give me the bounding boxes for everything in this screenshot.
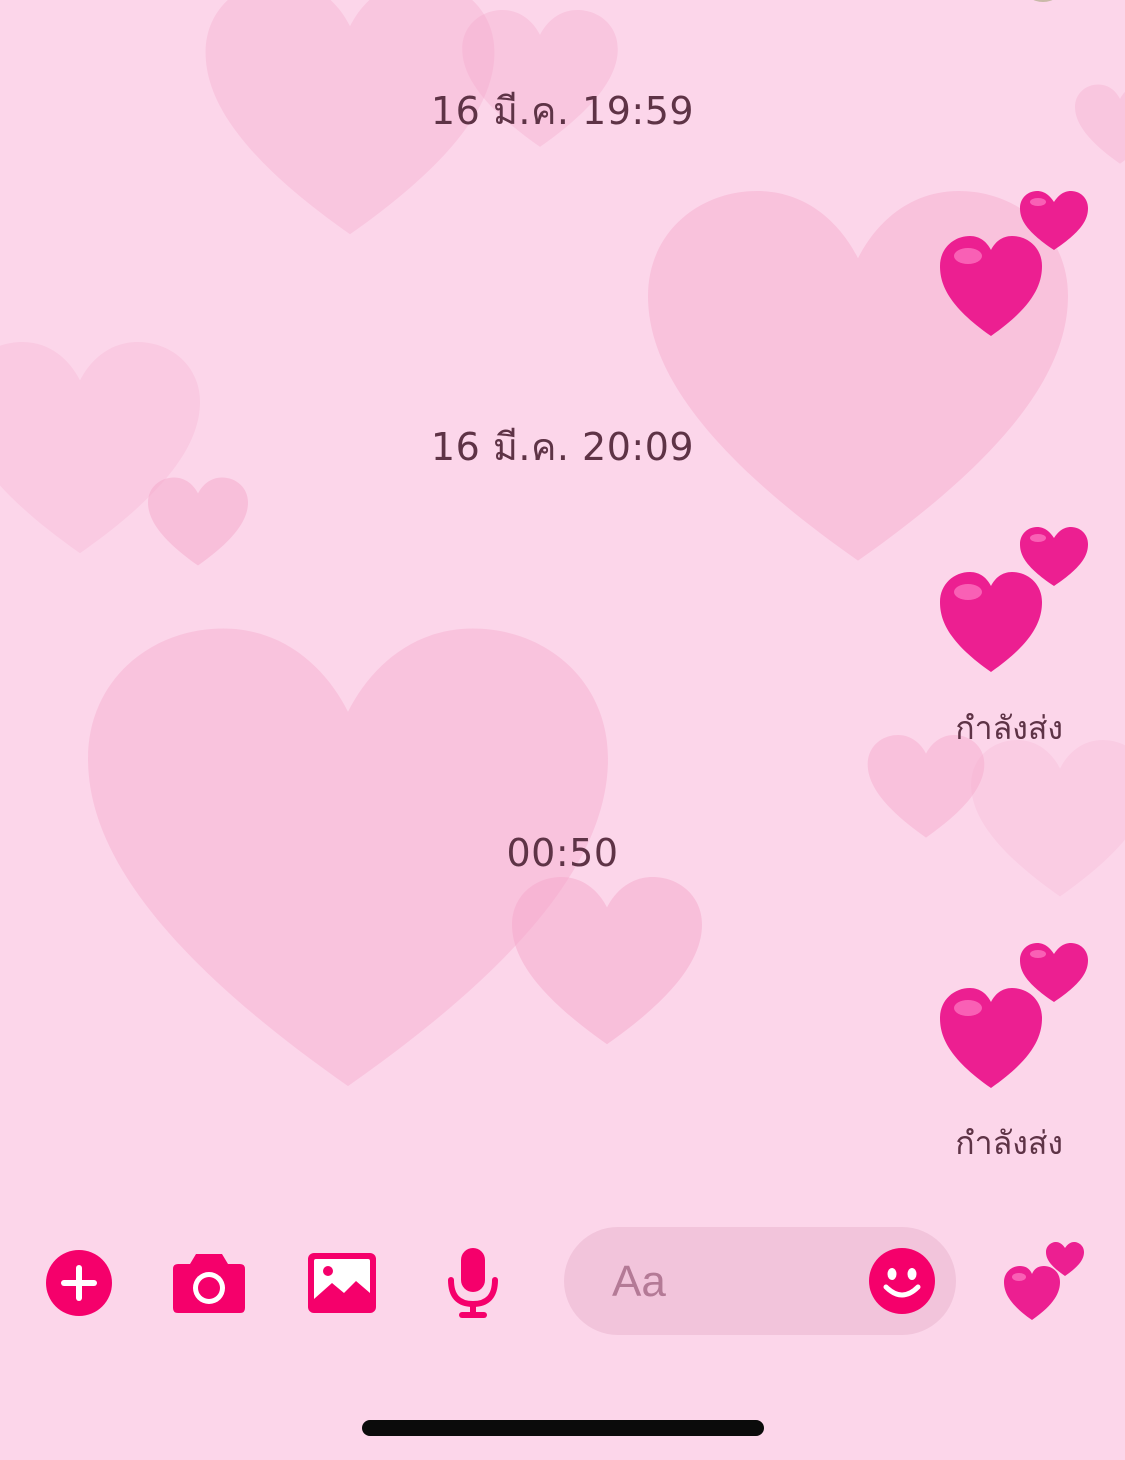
- message-input-container: [564, 1227, 956, 1335]
- message-timestamp: 00:50: [506, 831, 619, 875]
- gallery-button[interactable]: [305, 1246, 379, 1320]
- send-hearts-button[interactable]: [1003, 1240, 1085, 1322]
- message-input[interactable]: [610, 1247, 864, 1317]
- two-hearts-sticker[interactable]: [938, 524, 1088, 674]
- image-icon: [308, 1253, 376, 1313]
- camera-button[interactable]: [172, 1246, 246, 1320]
- add-button[interactable]: [42, 1246, 116, 1320]
- two-hearts-sticker[interactable]: [938, 940, 1088, 1090]
- emoji-button[interactable]: [868, 1247, 936, 1315]
- camera-icon: [173, 1254, 245, 1313]
- background-heart: [971, 740, 1125, 897]
- microphone-button[interactable]: [436, 1246, 510, 1320]
- home-indicator: [362, 1420, 764, 1436]
- plus-icon: [46, 1250, 112, 1316]
- message-timestamp: 16 มี.ค. 20:09: [430, 425, 695, 469]
- message-composer: [0, 1222, 1125, 1342]
- message-status: กำลังส่ง: [955, 1124, 1063, 1162]
- smiley-icon: [869, 1248, 935, 1314]
- microphone-icon: [448, 1248, 498, 1318]
- background-heart: [512, 877, 702, 1045]
- two-hearts-sticker[interactable]: [938, 188, 1088, 338]
- message-timestamp: 16 มี.ค. 19:59: [430, 89, 695, 133]
- two-hearts-icon: [1004, 1242, 1084, 1320]
- message-status: กำลังส่ง: [955, 709, 1063, 747]
